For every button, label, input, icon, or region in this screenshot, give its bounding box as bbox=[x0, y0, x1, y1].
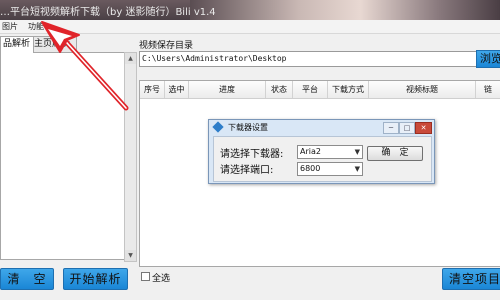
browse-button[interactable]: 浏览 bbox=[476, 50, 500, 68]
column-header-selected[interactable]: 选中 bbox=[165, 81, 189, 98]
maximize-icon[interactable]: □ bbox=[399, 122, 415, 134]
save-dir-label: 视频保存目录 bbox=[139, 41, 194, 51]
column-header-status[interactable]: 状态 bbox=[266, 81, 293, 98]
start-parse-button[interactable]: 开始解析 bbox=[63, 268, 128, 290]
tab-video-parse[interactable]: 品解析 bbox=[0, 36, 34, 53]
chevron-down-icon: ▼ bbox=[354, 165, 360, 173]
confirm-button[interactable]: 确 定 bbox=[367, 146, 423, 161]
port-select-value: 6800 bbox=[300, 164, 321, 173]
column-header-progress[interactable]: 进度 bbox=[189, 81, 266, 98]
port-label: 请选择端口: bbox=[220, 165, 274, 176]
column-header-link[interactable]: 链 bbox=[476, 81, 500, 98]
menu-bar: 图片 功能 bbox=[0, 20, 500, 34]
downloader-settings-dialog: 下载器设置 ─ □ ✕ 请选择下载器: Aria2 ▼ 请选择端口: 6800 … bbox=[208, 119, 435, 184]
select-all-checkbox[interactable] bbox=[141, 272, 150, 281]
select-all-label: 全选 bbox=[152, 274, 171, 284]
clear-items-button[interactable]: 清空项目 bbox=[442, 268, 500, 290]
window-title: …平台短视频解析下载（by 迷影随行）Bili v1.4 bbox=[0, 7, 216, 18]
column-header-video-title[interactable]: 视频标题 bbox=[369, 81, 476, 98]
scroll-down-icon[interactable]: ▼ bbox=[125, 250, 136, 261]
column-header-download-method[interactable]: 下载方式 bbox=[328, 81, 369, 98]
save-dir-field[interactable]: C:\Users\Administrator\Desktop bbox=[139, 51, 477, 67]
chevron-down-icon: ▼ bbox=[354, 148, 360, 156]
download-list-header: 序号 选中 进度 状态 平台 下载方式 视频标题 链 bbox=[140, 81, 500, 99]
column-header-platform[interactable]: 平台 bbox=[293, 81, 328, 98]
scroll-up-icon[interactable]: ▲ bbox=[125, 53, 136, 64]
close-icon[interactable]: ✕ bbox=[415, 122, 432, 134]
url-input-scrollbar[interactable]: ▲ ▼ bbox=[124, 52, 137, 262]
downloader-select-value: Aria2 bbox=[300, 147, 321, 156]
app-icon bbox=[212, 121, 224, 133]
tab-homepage-parse[interactable]: 主页解析 bbox=[31, 36, 77, 52]
column-header-index[interactable]: 序号 bbox=[140, 81, 165, 98]
title-bar-background-photo bbox=[190, 0, 500, 20]
dialog-body: 请选择下载器: Aria2 ▼ 请选择端口: 6800 ▼ 确 定 bbox=[213, 136, 432, 182]
downloader-select[interactable]: Aria2 ▼ bbox=[297, 145, 363, 159]
clear-button[interactable]: 清 空 bbox=[0, 268, 54, 290]
minimize-icon[interactable]: ─ bbox=[383, 122, 399, 134]
dialog-title: 下载器设置 bbox=[228, 123, 268, 132]
port-select[interactable]: 6800 ▼ bbox=[297, 162, 363, 176]
downloader-label: 请选择下载器: bbox=[220, 149, 284, 160]
menu-item-functions[interactable]: 功能 bbox=[28, 21, 44, 32]
url-input-area[interactable] bbox=[0, 52, 126, 260]
dialog-title-bar[interactable]: 下载器设置 ─ □ ✕ bbox=[209, 120, 434, 135]
title-bar: …平台短视频解析下载（by 迷影随行）Bili v1.4 bbox=[0, 0, 500, 20]
menu-item-images[interactable]: 图片 bbox=[2, 21, 18, 32]
